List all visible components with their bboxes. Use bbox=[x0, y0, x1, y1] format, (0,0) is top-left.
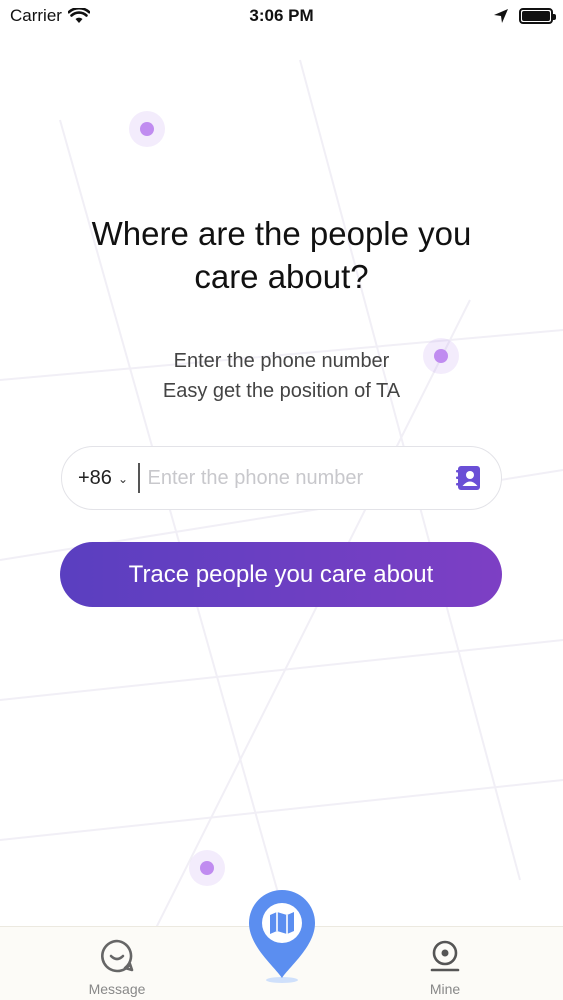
smile-chat-icon bbox=[101, 939, 134, 973]
phone-number-input[interactable] bbox=[147, 466, 455, 490]
chevron-down-icon: ⌄ bbox=[117, 472, 128, 486]
battery-icon bbox=[519, 8, 556, 24]
status-right bbox=[493, 8, 556, 24]
tab-message-label: Message bbox=[88, 981, 146, 997]
page-subtitle: Enter the phone number Easy get the posi… bbox=[60, 346, 503, 406]
tab-message[interactable]: Message bbox=[57, 927, 177, 1000]
country-code-selector[interactable]: +86 ⌄ bbox=[78, 467, 128, 490]
decorative-dot bbox=[189, 850, 225, 886]
subtitle-line-2: Easy get the position of TA bbox=[162, 380, 401, 402]
location-arrow-icon bbox=[494, 9, 508, 23]
tab-mine-label: Mine bbox=[429, 981, 461, 997]
map-pin-icon[interactable] bbox=[246, 888, 318, 984]
phone-number-field: +86 ⌄ bbox=[61, 446, 502, 510]
page-title-line-2: care about? bbox=[194, 258, 369, 295]
page-title-line-1: Where are the people you bbox=[91, 215, 472, 252]
wifi-icon bbox=[67, 8, 90, 23]
battery-fill bbox=[522, 11, 550, 21]
country-code-value: +86 bbox=[78, 466, 112, 489]
subtitle-line-1: Enter the phone number bbox=[173, 350, 390, 372]
text-caret bbox=[138, 463, 140, 493]
trace-people-button[interactable]: Trace people you care about bbox=[60, 542, 502, 607]
decorative-dot bbox=[129, 111, 165, 147]
status-bar: Carrier 3:06 PM bbox=[0, 0, 563, 32]
carrier-label: Carrier bbox=[10, 6, 62, 25]
profile-icon bbox=[430, 940, 460, 972]
tab-mine[interactable]: Mine bbox=[385, 927, 505, 1000]
contacts-book-icon[interactable] bbox=[455, 464, 483, 492]
page-title: Where are the people you care about? bbox=[40, 212, 523, 298]
status-left: Carrier bbox=[10, 6, 90, 26]
